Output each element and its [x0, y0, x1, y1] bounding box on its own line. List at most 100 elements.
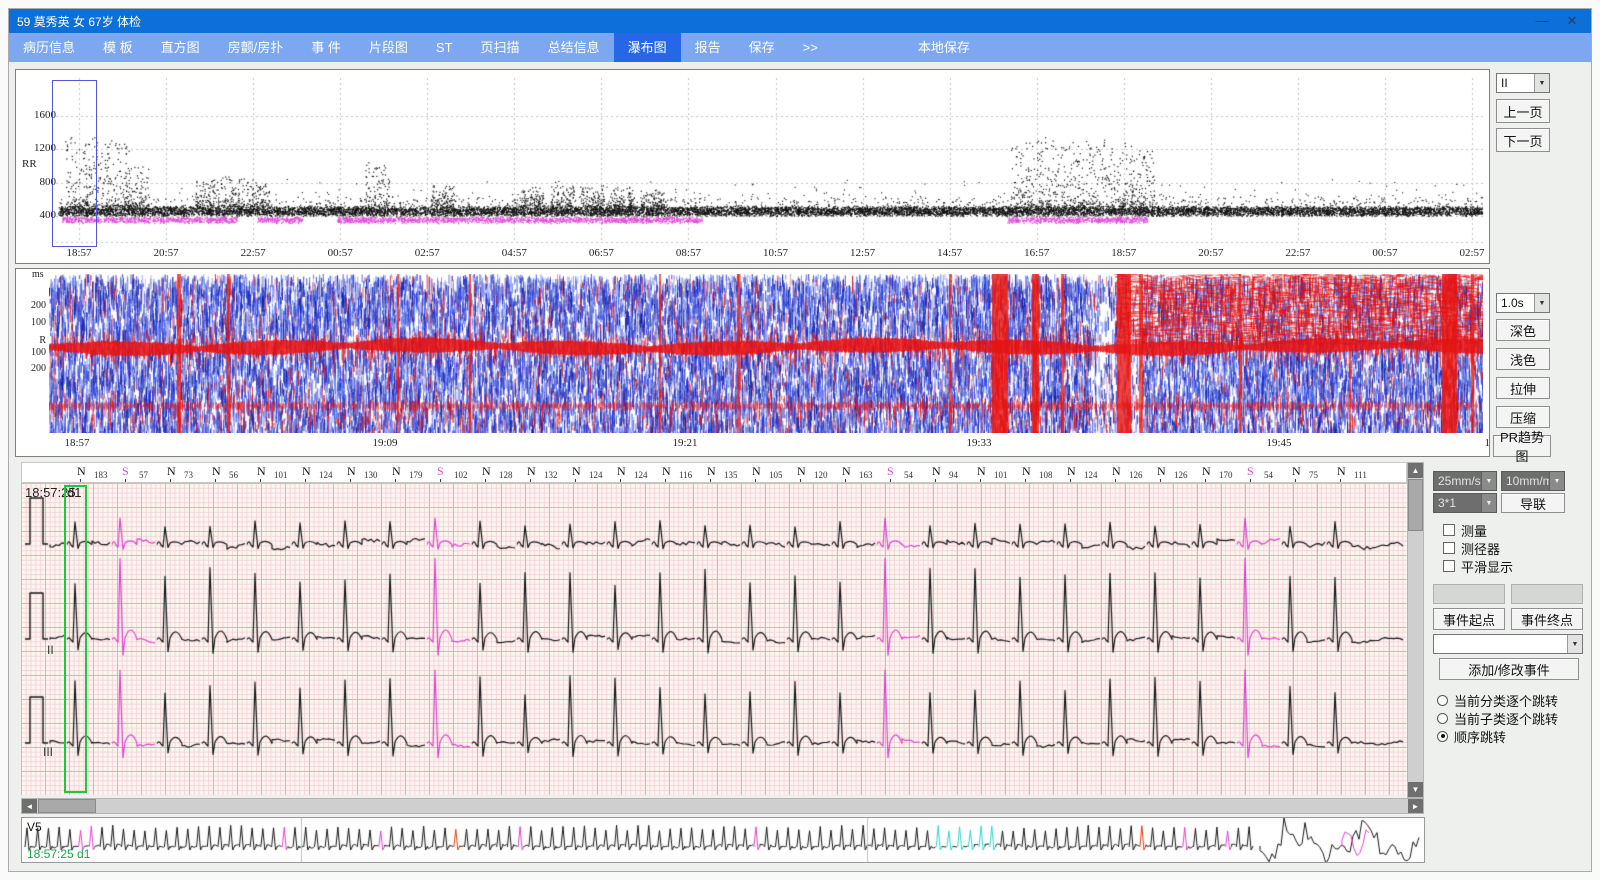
- menu-item-10[interactable]: 瀑布图: [614, 33, 681, 62]
- wf-xtick: 19:33: [957, 437, 1001, 449]
- lead-config-button[interactable]: 导联: [1501, 493, 1565, 513]
- rr-xtick: 06:57: [580, 247, 622, 259]
- lead-label-III: III: [43, 745, 53, 759]
- minimize-icon[interactable]: —: [1527, 9, 1557, 33]
- jump-mode-radio-2[interactable]: 当前子类逐个跳转: [1437, 709, 1558, 727]
- beat-symbol: N: [1022, 464, 1031, 479]
- beat-rr-value: 135: [724, 470, 738, 480]
- event-end-button[interactable]: 事件终点: [1511, 608, 1583, 630]
- gain-select[interactable]: 10mm/mV ▼: [1501, 471, 1565, 491]
- checkbox-box: [1443, 542, 1455, 554]
- menu-item-14[interactable]: 本地保存: [904, 33, 984, 62]
- add-modify-event-button[interactable]: 添加/修改事件: [1439, 658, 1579, 680]
- layout-select[interactable]: 3*1 ▼: [1433, 493, 1497, 513]
- wf-button-5[interactable]: PR趋势图: [1493, 435, 1551, 457]
- menu-item-11[interactable]: 报告: [681, 33, 735, 62]
- selected-beat-box[interactable]: [64, 485, 87, 793]
- wf-button-2[interactable]: 浅色: [1496, 348, 1550, 370]
- ecg-vertical-scrollbar[interactable]: ▲ ▼: [1407, 462, 1424, 798]
- rr-trend-plot[interactable]: [16, 70, 1489, 245]
- waterfall-panel: ms 200100R100200 18:5719:0919:2119:3319:…: [15, 268, 1490, 457]
- beat-rr-value: 101: [994, 470, 1008, 480]
- wf-xtick: 18:57: [55, 437, 99, 449]
- beat-rr-value: 163: [859, 470, 873, 480]
- menu-item-8[interactable]: 页扫描: [467, 33, 534, 62]
- beat-rr-value: 124: [634, 470, 648, 480]
- vertical-scroll-thumb[interactable]: [1408, 479, 1423, 531]
- beat-symbol: N: [482, 464, 491, 479]
- lead-select[interactable]: II ▼: [1496, 73, 1550, 93]
- menu-item-3[interactable]: 直方图: [147, 33, 214, 62]
- rr-xtick: 20:57: [1190, 247, 1232, 259]
- beat-rr-value: 130: [364, 470, 378, 480]
- menu-item-4[interactable]: 房颤/房扑: [214, 33, 298, 62]
- scroll-right-icon[interactable]: ►: [1408, 799, 1423, 813]
- ecg-strip-canvas[interactable]: [21, 483, 1407, 795]
- wf-ytick: 100: [18, 317, 46, 328]
- beat-rr-value: 111: [1354, 470, 1367, 480]
- wf-button-4[interactable]: 压缩: [1496, 406, 1550, 428]
- wf-button-3[interactable]: 拉伸: [1496, 377, 1550, 399]
- beat-rr-value: 105: [769, 470, 783, 480]
- menu-item-13[interactable]: >>: [789, 33, 832, 62]
- next-page-button[interactable]: 下一页: [1496, 128, 1550, 152]
- checkbox-3[interactable]: 平滑显示: [1433, 557, 1513, 575]
- beat-rr-value: 116: [679, 470, 692, 480]
- waterfall-plot[interactable]: [49, 274, 1483, 433]
- radio-label: 顺序跳转: [1454, 727, 1506, 746]
- rr-xtick: 22:57: [232, 247, 274, 259]
- menu-item-2[interactable]: 模 板: [89, 33, 147, 62]
- beat-rr-value: 94: [949, 470, 958, 480]
- rr-ytick: 400: [30, 209, 56, 221]
- jump-mode-radio-1[interactable]: 当前分类逐个跳转: [1437, 691, 1558, 709]
- wf-xtick: 19:57: [1475, 437, 1490, 449]
- menu-item-7[interactable]: ST: [422, 33, 467, 62]
- beat-rr-value: 183: [94, 470, 108, 480]
- scroll-left-icon[interactable]: ◄: [22, 799, 37, 813]
- strip-lead-label: V5: [27, 820, 42, 834]
- prev-page-button[interactable]: 上一页: [1496, 99, 1550, 123]
- beat-symbol: N: [1292, 464, 1301, 479]
- beat-rr-value: 124: [319, 470, 333, 480]
- horizontal-scroll-thumb[interactable]: [38, 799, 96, 813]
- beat-symbol: N: [842, 464, 851, 479]
- beat-symbol: N: [1067, 464, 1076, 479]
- rr-xtick: 00:57: [319, 247, 361, 259]
- menu-item-1[interactable]: 病历信息: [9, 33, 89, 62]
- window-title: 59 莫秀英 女 67岁 体检: [17, 13, 141, 30]
- rr-xtick: 04:57: [493, 247, 535, 259]
- event-start-field[interactable]: [1433, 584, 1505, 604]
- wf-button-1[interactable]: 深色: [1496, 319, 1550, 341]
- beat-rr-value: 101: [274, 470, 288, 480]
- jump-mode-radio-3[interactable]: 顺序跳转: [1437, 727, 1506, 745]
- beat-symbol: N: [212, 464, 221, 479]
- menu-item-12[interactable]: 保存: [735, 33, 789, 62]
- beat-annotation-row[interactable]: N183S57N73N56N101N124N130N179S102N128N13…: [21, 462, 1407, 483]
- rr-ytick: 1200: [30, 142, 56, 154]
- rhythm-strip[interactable]: V5 18:57:25 d1: [21, 817, 1425, 863]
- paper-speed-select[interactable]: 25mm/s ▼: [1433, 471, 1497, 491]
- scroll-up-icon[interactable]: ▲: [1408, 463, 1423, 478]
- ecg-horizontal-scrollbar[interactable]: ◄ ►: [21, 798, 1424, 814]
- menu-item-5[interactable]: 事 件: [297, 33, 355, 62]
- scroll-down-icon[interactable]: ▼: [1408, 782, 1423, 797]
- event-end-field[interactable]: [1511, 584, 1583, 604]
- event-start-button[interactable]: 事件起点: [1433, 608, 1505, 630]
- menu-item-6[interactable]: 片段图: [355, 33, 422, 62]
- close-icon[interactable]: ✕: [1557, 9, 1587, 33]
- interval-select[interactable]: 1.0s ▼: [1496, 293, 1550, 313]
- menu-item-9[interactable]: 总结信息: [534, 33, 614, 62]
- checkbox-1[interactable]: 测量: [1433, 521, 1487, 539]
- ecg-grid[interactable]: 18:57:25 d1 IIIII: [21, 483, 1407, 795]
- beat-rr-value: 75: [1309, 470, 1318, 480]
- chevron-down-icon: ▼: [1481, 472, 1496, 490]
- beat-symbol: N: [527, 464, 536, 479]
- checkbox-2[interactable]: 测径器: [1433, 539, 1500, 557]
- beat-rr-value: 128: [499, 470, 513, 480]
- wf-xtick: 19:21: [663, 437, 707, 449]
- event-type-select[interactable]: ▼: [1433, 634, 1583, 654]
- rr-selection-box[interactable]: [52, 80, 97, 247]
- checkbox-box: [1443, 560, 1455, 572]
- rr-xtick: 16:57: [1016, 247, 1058, 259]
- v5-rhythm-canvas[interactable]: [22, 818, 1424, 862]
